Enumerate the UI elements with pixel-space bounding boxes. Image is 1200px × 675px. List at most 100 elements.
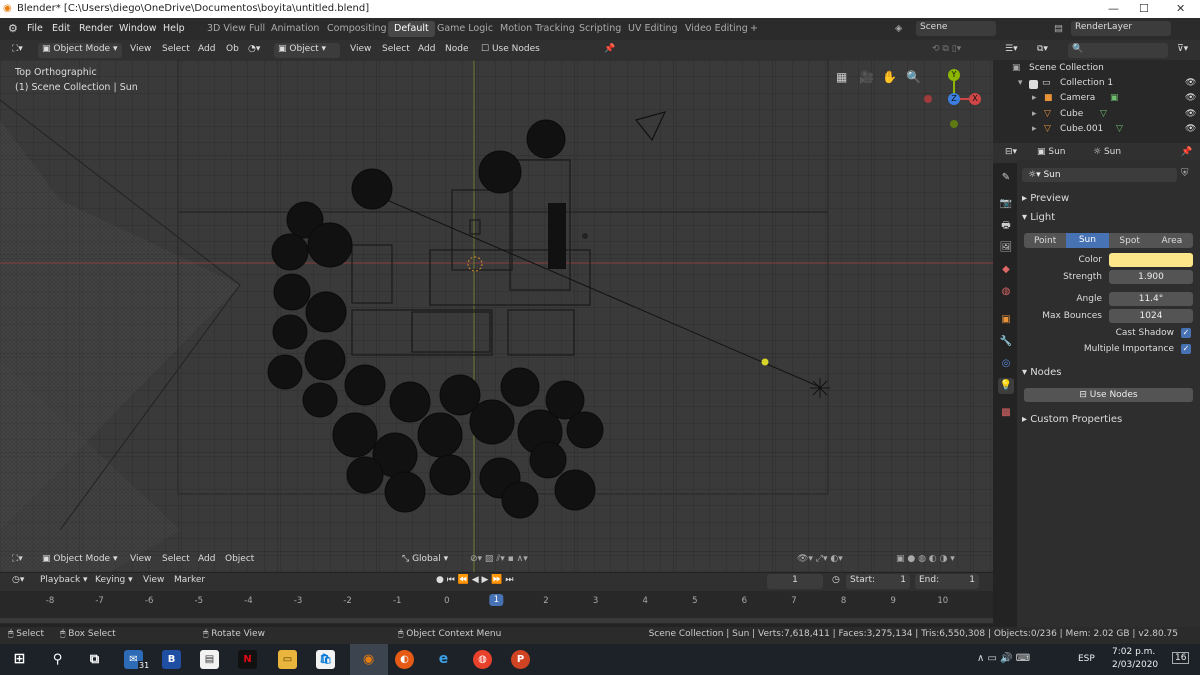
- tab-compositing[interactable]: Compositing: [321, 21, 393, 37]
- file-explorer-icon[interactable]: ▭: [278, 650, 297, 669]
- render-tab-icon[interactable]: 📷: [998, 196, 1014, 212]
- add-workspace-icon[interactable]: +: [750, 23, 758, 34]
- modifier-tab-icon[interactable]: 🔧: [998, 334, 1014, 350]
- collection-checkbox[interactable]: [1029, 80, 1038, 89]
- input-language[interactable]: ESP: [1078, 654, 1095, 664]
- light-section[interactable]: ▾ Light: [1022, 212, 1055, 223]
- outliner-item-cube[interactable]: ▸ ▽ Cube ▽ 👁: [1000, 109, 1200, 124]
- tab-scripting[interactable]: Scripting: [573, 21, 627, 37]
- outliner-item-camera[interactable]: ▸ ■ Camera ▣ 👁: [1000, 93, 1200, 108]
- angle-field[interactable]: 11.4°: [1109, 292, 1193, 306]
- outliner-editor-icon[interactable]: ☰▾: [1001, 43, 1022, 58]
- object-mode-dropdown[interactable]: ▣ Object Mode ▾: [38, 43, 122, 58]
- menu-help[interactable]: Help: [163, 23, 185, 34]
- tool-tab-icon[interactable]: ✎: [998, 170, 1014, 186]
- firefox-icon[interactable]: ◐: [395, 650, 414, 669]
- editor-type-bottom-icon[interactable]: ⛶▾: [8, 553, 27, 568]
- outliner-root[interactable]: ▣ Scene Collection: [1000, 63, 1200, 78]
- scene-selector[interactable]: Scene: [916, 21, 996, 36]
- gizmo-x-axis[interactable]: X: [969, 93, 981, 105]
- outliner-search-input[interactable]: 🔍: [1068, 43, 1168, 58]
- cast-shadow-checkbox[interactable]: ✓: [1181, 328, 1191, 338]
- start-frame-field[interactable]: Start: 1: [846, 574, 910, 589]
- world-tab-icon[interactable]: ◍: [998, 284, 1014, 300]
- fake-user-shield-icon[interactable]: ⛨: [1181, 168, 1189, 179]
- menu-file[interactable]: File: [27, 23, 43, 34]
- close-window-button[interactable]: ✕: [1176, 2, 1185, 15]
- camera-view-icon[interactable]: 🎥: [859, 70, 875, 86]
- header-menu-object[interactable]: Ob: [222, 43, 243, 58]
- blender-menu-icon[interactable]: ⚙: [8, 22, 18, 35]
- expand-arrow-icon[interactable]: ▸: [1032, 109, 1037, 119]
- scene-tab-icon[interactable]: ◆: [998, 262, 1014, 278]
- visibility-eye-icon[interactable]: 👁: [1185, 124, 1196, 134]
- tab-motion-tracking[interactable]: Motion Tracking: [494, 21, 581, 37]
- shading-mode-icon[interactable]: ▣ ● ◍ ◐ ◑ ▾: [892, 553, 959, 568]
- outliner-item-cube-001[interactable]: ▸ ▽ Cube.001 ▽ 👁: [1000, 124, 1200, 139]
- bottom-menu-object[interactable]: Object: [221, 553, 258, 568]
- expand-arrow-icon[interactable]: ▸: [1032, 124, 1037, 134]
- multiple-importance-checkbox[interactable]: ✓: [1181, 344, 1191, 354]
- document-icon[interactable]: ▤: [200, 650, 219, 669]
- tab-3d-view-full[interactable]: 3D View Full: [201, 21, 271, 37]
- visibility-eye-icon[interactable]: 👁: [1185, 93, 1196, 103]
- light-type-point[interactable]: Point: [1024, 236, 1066, 246]
- tab-animation[interactable]: Animation: [265, 21, 325, 37]
- bottom-menu-add[interactable]: Add: [194, 553, 219, 568]
- timeline-scrollbar[interactable]: [0, 618, 993, 623]
- light-type-spot[interactable]: Spot: [1109, 236, 1151, 246]
- light-type-sun[interactable]: Sun: [1066, 233, 1109, 248]
- gizmo-y-axis[interactable]: Y: [948, 69, 960, 81]
- light-type-area[interactable]: Area: [1151, 236, 1193, 246]
- overlay-tools-icon[interactable]: 👁▾ ⤢▾ ◐▾: [793, 553, 847, 568]
- filter-icon[interactable]: ⊽▾: [1173, 43, 1192, 58]
- end-frame-field[interactable]: End: 1: [915, 574, 979, 589]
- clock-time[interactable]: 7:02 p.m.: [1112, 647, 1155, 657]
- header-menu-view[interactable]: View: [126, 43, 155, 58]
- preview-range-icon[interactable]: ◷: [828, 574, 844, 589]
- shader-menu-node[interactable]: Node: [441, 43, 473, 58]
- maximize-button[interactable]: ☐: [1139, 2, 1149, 15]
- strength-field[interactable]: 1.900: [1109, 270, 1193, 284]
- display-mode-icon[interactable]: ⧉▾: [1033, 43, 1052, 58]
- pin-icon[interactable]: 📌: [600, 43, 619, 58]
- notifications-icon[interactable]: 16: [1172, 652, 1190, 664]
- outliner-item-collection[interactable]: ▾ ▭ Collection 1 👁: [1000, 78, 1200, 93]
- timeline-view-menu[interactable]: View: [139, 574, 168, 589]
- visibility-eye-icon[interactable]: 👁: [1185, 109, 1196, 119]
- view-layer-selector[interactable]: RenderLayer: [1071, 21, 1171, 36]
- shader-editor-type-icon[interactable]: ◔▾: [244, 43, 264, 58]
- expand-arrow-icon[interactable]: ▸: [1032, 93, 1037, 103]
- netflix-icon[interactable]: N: [238, 650, 257, 669]
- menu-edit[interactable]: Edit: [52, 23, 70, 34]
- use-nodes-button[interactable]: ⊟ Use Nodes: [1024, 388, 1193, 402]
- editor-type-icon[interactable]: ⛶▾: [8, 43, 27, 58]
- bottom-menu-view[interactable]: View: [126, 553, 155, 568]
- view-layer-tab-icon[interactable]: 🖼: [998, 240, 1014, 256]
- tab-game-logic[interactable]: Game Logic: [431, 21, 499, 37]
- tab-default[interactable]: Default: [388, 21, 435, 37]
- search-icon[interactable]: ⚲: [48, 650, 67, 669]
- timeline-ruler[interactable]: -8 -7 -6 -5 -4 -3 -2 -1 0 1 2 3 4 5 6 7 8 9 10: [0, 591, 993, 624]
- keying-menu[interactable]: Keying ▾: [91, 574, 137, 589]
- shader-object-dropdown[interactable]: ▣ Object ▾: [274, 43, 340, 58]
- properties-pin-icon[interactable]: 📌: [1177, 146, 1196, 161]
- task-view-icon[interactable]: ⧉: [85, 650, 104, 669]
- tray-icons[interactable]: ∧ ▭ 🔊 ⌨: [977, 653, 1030, 664]
- texture-tab-icon[interactable]: ▩: [998, 405, 1014, 421]
- light-color-swatch[interactable]: [1109, 253, 1193, 267]
- custom-properties-section[interactable]: ▸ Custom Properties: [1022, 414, 1122, 425]
- 3d-viewport[interactable]: Top Orthographic (1) Scene Collection | …: [0, 60, 993, 572]
- timeline-editor-icon[interactable]: ◷▾: [8, 574, 28, 589]
- header-menu-select[interactable]: Select: [158, 43, 194, 58]
- transform-orientation-dropdown[interactable]: ⤡ Global ▾: [398, 553, 452, 568]
- store-icon[interactable]: 🛍: [316, 650, 335, 669]
- bluetooth-app-icon[interactable]: B: [162, 650, 181, 669]
- bottom-object-mode-dropdown[interactable]: ▣ Object Mode ▾: [38, 553, 121, 568]
- current-frame-field[interactable]: 1: [767, 574, 823, 589]
- object-tab-icon[interactable]: ▣: [998, 312, 1014, 328]
- header-tools-icon[interactable]: ⟲ ⧉ ▯▾: [928, 43, 965, 58]
- use-nodes-checkbox[interactable]: ☐ Use Nodes: [477, 43, 544, 58]
- properties-editor-icon[interactable]: ⊟▾: [1001, 146, 1021, 161]
- shader-menu-view[interactable]: View: [346, 43, 375, 58]
